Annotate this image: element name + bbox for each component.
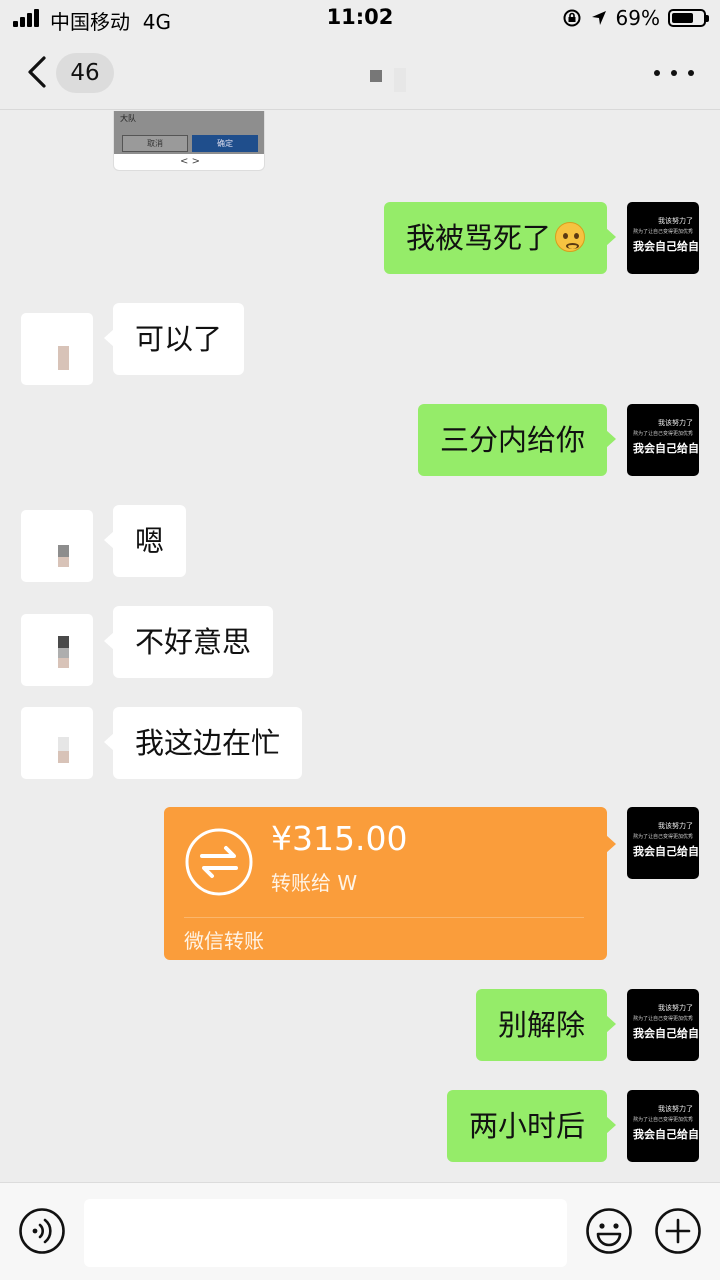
battery-icon — [668, 9, 709, 27]
transfer-recipient: 转账给 W — [271, 871, 358, 895]
message-text: 别解除 — [497, 1008, 585, 1042]
avatar-text: 我会自己给自己 — [633, 1027, 699, 1040]
avatar-text: 熬为了让自己变得更加优秀 — [632, 834, 693, 840]
my-avatar[interactable]: 我该努力了 熬为了让自己变得更加优秀 我会自己给自己 — [627, 404, 699, 476]
avatar-text: 熬为了让自己变得更加优秀 — [632, 1117, 693, 1123]
message-text: 三分内给你 — [439, 423, 585, 457]
more-options-icon[interactable] — [654, 66, 694, 80]
contact-avatar[interactable] — [21, 510, 93, 582]
transfer-amount: ¥315.00 — [271, 819, 408, 858]
screenshot-title: 大队 — [120, 114, 136, 123]
message-list[interactable]: 大队 取消 确定 < > 我被骂死了 我该努力了 熬为了让自己变得更加优秀 我会… — [0, 111, 720, 1182]
message-text: 嗯 — [135, 524, 165, 558]
contact-avatar[interactable] — [21, 313, 93, 385]
battery-level — [672, 13, 693, 23]
their-message-bubble[interactable]: 我这边在忙 — [103, 707, 303, 779]
image-message-thumbnail[interactable]: 大队 取消 确定 < > — [113, 111, 265, 171]
my-message-bubble[interactable]: 我被骂死了 — [383, 202, 617, 274]
screenshot-confirm-button: 确定 — [192, 135, 258, 152]
avatar-text: 熬为了让自己变得更加优秀 — [632, 1016, 693, 1022]
location-arrow-icon — [591, 11, 606, 25]
avatar-text: 我会自己给自己 — [633, 240, 699, 253]
input-toolbar — [0, 1182, 720, 1280]
avatar-text: 我会自己给自己 — [633, 845, 699, 858]
pleading-face-emoji-icon — [555, 222, 585, 252]
message-text: 我被骂死了 — [405, 221, 551, 255]
money-transfer-card[interactable]: ¥315.00 转账给 W 微信转账 — [164, 807, 616, 960]
avatar-text: 我该努力了 — [658, 1004, 693, 1012]
message-input[interactable] — [84, 1199, 567, 1267]
avatar-text: 我会自己给自己 — [633, 442, 699, 455]
my-message-bubble[interactable]: 别解除 — [475, 989, 617, 1061]
their-message-bubble[interactable]: 可以了 — [103, 303, 245, 375]
avatar-text: 我会自己给自己 — [633, 1128, 699, 1141]
message-text: 可以了 — [135, 322, 223, 356]
chat-header: 46 — [0, 36, 720, 110]
rotation-lock-icon — [563, 9, 581, 27]
emoji-picker-icon[interactable] — [585, 1207, 633, 1255]
contact-avatar[interactable] — [21, 614, 93, 686]
their-message-bubble[interactable]: 不好意思 — [103, 606, 274, 678]
plus-more-icon[interactable] — [654, 1207, 702, 1255]
avatar-text: 我该努力了 — [658, 822, 693, 830]
my-message-bubble[interactable]: 两小时后 — [446, 1090, 617, 1162]
my-avatar[interactable]: 我该努力了 熬为了让自己变得更加优秀 我会自己给自己 — [627, 202, 699, 274]
avatar-text: 我该努力了 — [658, 419, 693, 427]
avatar-text: 我该努力了 — [658, 217, 693, 225]
back-chevron-icon[interactable] — [22, 52, 52, 92]
chat-title-redacted[interactable] — [370, 68, 406, 92]
avatar-text: 我该努力了 — [658, 1105, 693, 1113]
divider — [184, 917, 584, 918]
voice-input-icon[interactable] — [18, 1207, 66, 1255]
message-text: 我这边在忙 — [135, 726, 281, 760]
avatar-text: 熬为了让自己变得更加优秀 — [632, 229, 693, 235]
message-text: 两小时后 — [468, 1109, 585, 1143]
contact-avatar[interactable] — [21, 707, 93, 779]
battery-percent: 69% — [615, 6, 660, 30]
chat-screen: 中国移动 4G 11:02 69% 46 大队 取消 确定 < > 我被骂死了 … — [0, 0, 720, 1280]
status-indicators: 69% — [562, 5, 709, 31]
transfer-arrows-icon — [185, 828, 253, 896]
my-avatar[interactable]: 我该努力了 熬为了让自己变得更加优秀 我会自己给自己 — [627, 989, 699, 1061]
screenshot-pager: < > — [180, 156, 200, 167]
status-bar: 中国移动 4G 11:02 69% — [0, 0, 720, 36]
message-text: 不好意思 — [135, 625, 252, 659]
my-avatar[interactable]: 我该努力了 熬为了让自己变得更加优秀 我会自己给自己 — [627, 807, 699, 879]
unread-count-badge[interactable]: 46 — [56, 53, 114, 93]
their-message-bubble[interactable]: 嗯 — [103, 505, 187, 577]
my-message-bubble[interactable]: 三分内给你 — [417, 404, 617, 476]
transfer-footer: 微信转账 — [184, 929, 264, 953]
my-avatar[interactable]: 我该努力了 熬为了让自己变得更加优秀 我会自己给自己 — [627, 1090, 699, 1162]
avatar-text: 熬为了让自己变得更加优秀 — [632, 431, 693, 437]
screenshot-cancel-button: 取消 — [122, 135, 188, 152]
